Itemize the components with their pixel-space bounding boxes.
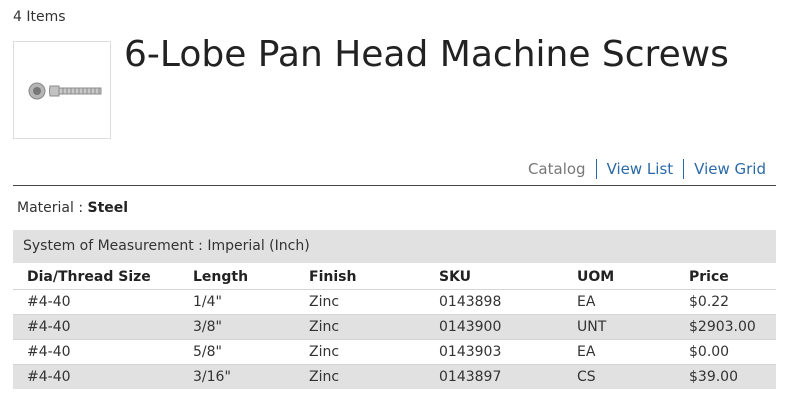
cell-price: $39.00: [689, 364, 776, 389]
sku-link[interactable]: 0143903: [439, 339, 577, 365]
cell-price: $0.00: [689, 339, 776, 365]
cell-dia: #4-40: [13, 289, 193, 315]
table-row: #4-40 1/4" Zinc 0143898 EA $0.22: [13, 289, 776, 315]
table-row: #4-40 3/8" Zinc 0143900 UNT $2903.00: [13, 314, 776, 340]
column-header-price[interactable]: Price: [689, 265, 776, 290]
column-header-length[interactable]: Length: [193, 265, 309, 290]
cell-finish: Zinc: [309, 339, 439, 365]
cell-dia: #4-40: [13, 314, 193, 340]
column-header-sku[interactable]: SKU: [439, 265, 577, 290]
cell-price: $2903.00: [689, 314, 776, 340]
column-header-dia[interactable]: Dia/Thread Size: [13, 265, 193, 290]
cell-finish: Zinc: [309, 364, 439, 389]
items-count: 4 Items: [13, 9, 66, 25]
cell-length: 5/8": [193, 339, 309, 365]
page-title: 6-Lobe Pan Head Machine Screws: [124, 34, 729, 75]
material-label: Material :: [17, 200, 84, 216]
product-thumbnail[interactable]: [13, 41, 111, 139]
cell-finish: Zinc: [309, 314, 439, 340]
material-filter: Material : Steel: [17, 200, 128, 216]
view-grid-link[interactable]: View Grid: [684, 160, 776, 178]
cell-uom: EA: [577, 289, 689, 315]
cell-uom: CS: [577, 364, 689, 389]
sku-link[interactable]: 0143900: [439, 314, 577, 340]
cell-length: 1/4": [193, 289, 309, 315]
cell-dia: #4-40: [13, 339, 193, 365]
cell-price: $0.22: [689, 289, 776, 315]
cell-length: 3/8": [193, 314, 309, 340]
table-header-row: Dia/Thread Size Length Finish SKU UOM Pr…: [13, 265, 776, 290]
cell-uom: EA: [577, 339, 689, 365]
material-value: Steel: [87, 200, 129, 216]
sku-link[interactable]: 0143898: [439, 289, 577, 315]
view-switcher: Catalog View List View Grid: [518, 159, 776, 179]
product-table: Dia/Thread Size Length Finish SKU UOM Pr…: [13, 265, 776, 389]
view-list-link[interactable]: View List: [597, 160, 684, 178]
measurement-group-header: System of Measurement : Imperial (Inch): [13, 230, 776, 263]
header-divider: [13, 185, 776, 186]
cell-length: 3/16": [193, 364, 309, 389]
column-header-uom[interactable]: UOM: [577, 265, 689, 290]
table-row: #4-40 5/8" Zinc 0143903 EA $0.00: [13, 339, 776, 365]
system-of-measurement: System of Measurement : Imperial (Inch): [23, 238, 310, 254]
table-row: #4-40 3/16" Zinc 0143897 CS $39.00: [13, 364, 776, 389]
column-header-finish[interactable]: Finish: [309, 265, 439, 290]
cell-uom: UNT: [577, 314, 689, 340]
cell-dia: #4-40: [13, 364, 193, 389]
catalog-view-label: Catalog: [527, 160, 586, 178]
sku-link[interactable]: 0143897: [439, 364, 577, 389]
cell-finish: Zinc: [309, 289, 439, 315]
screw-image: [28, 82, 102, 100]
